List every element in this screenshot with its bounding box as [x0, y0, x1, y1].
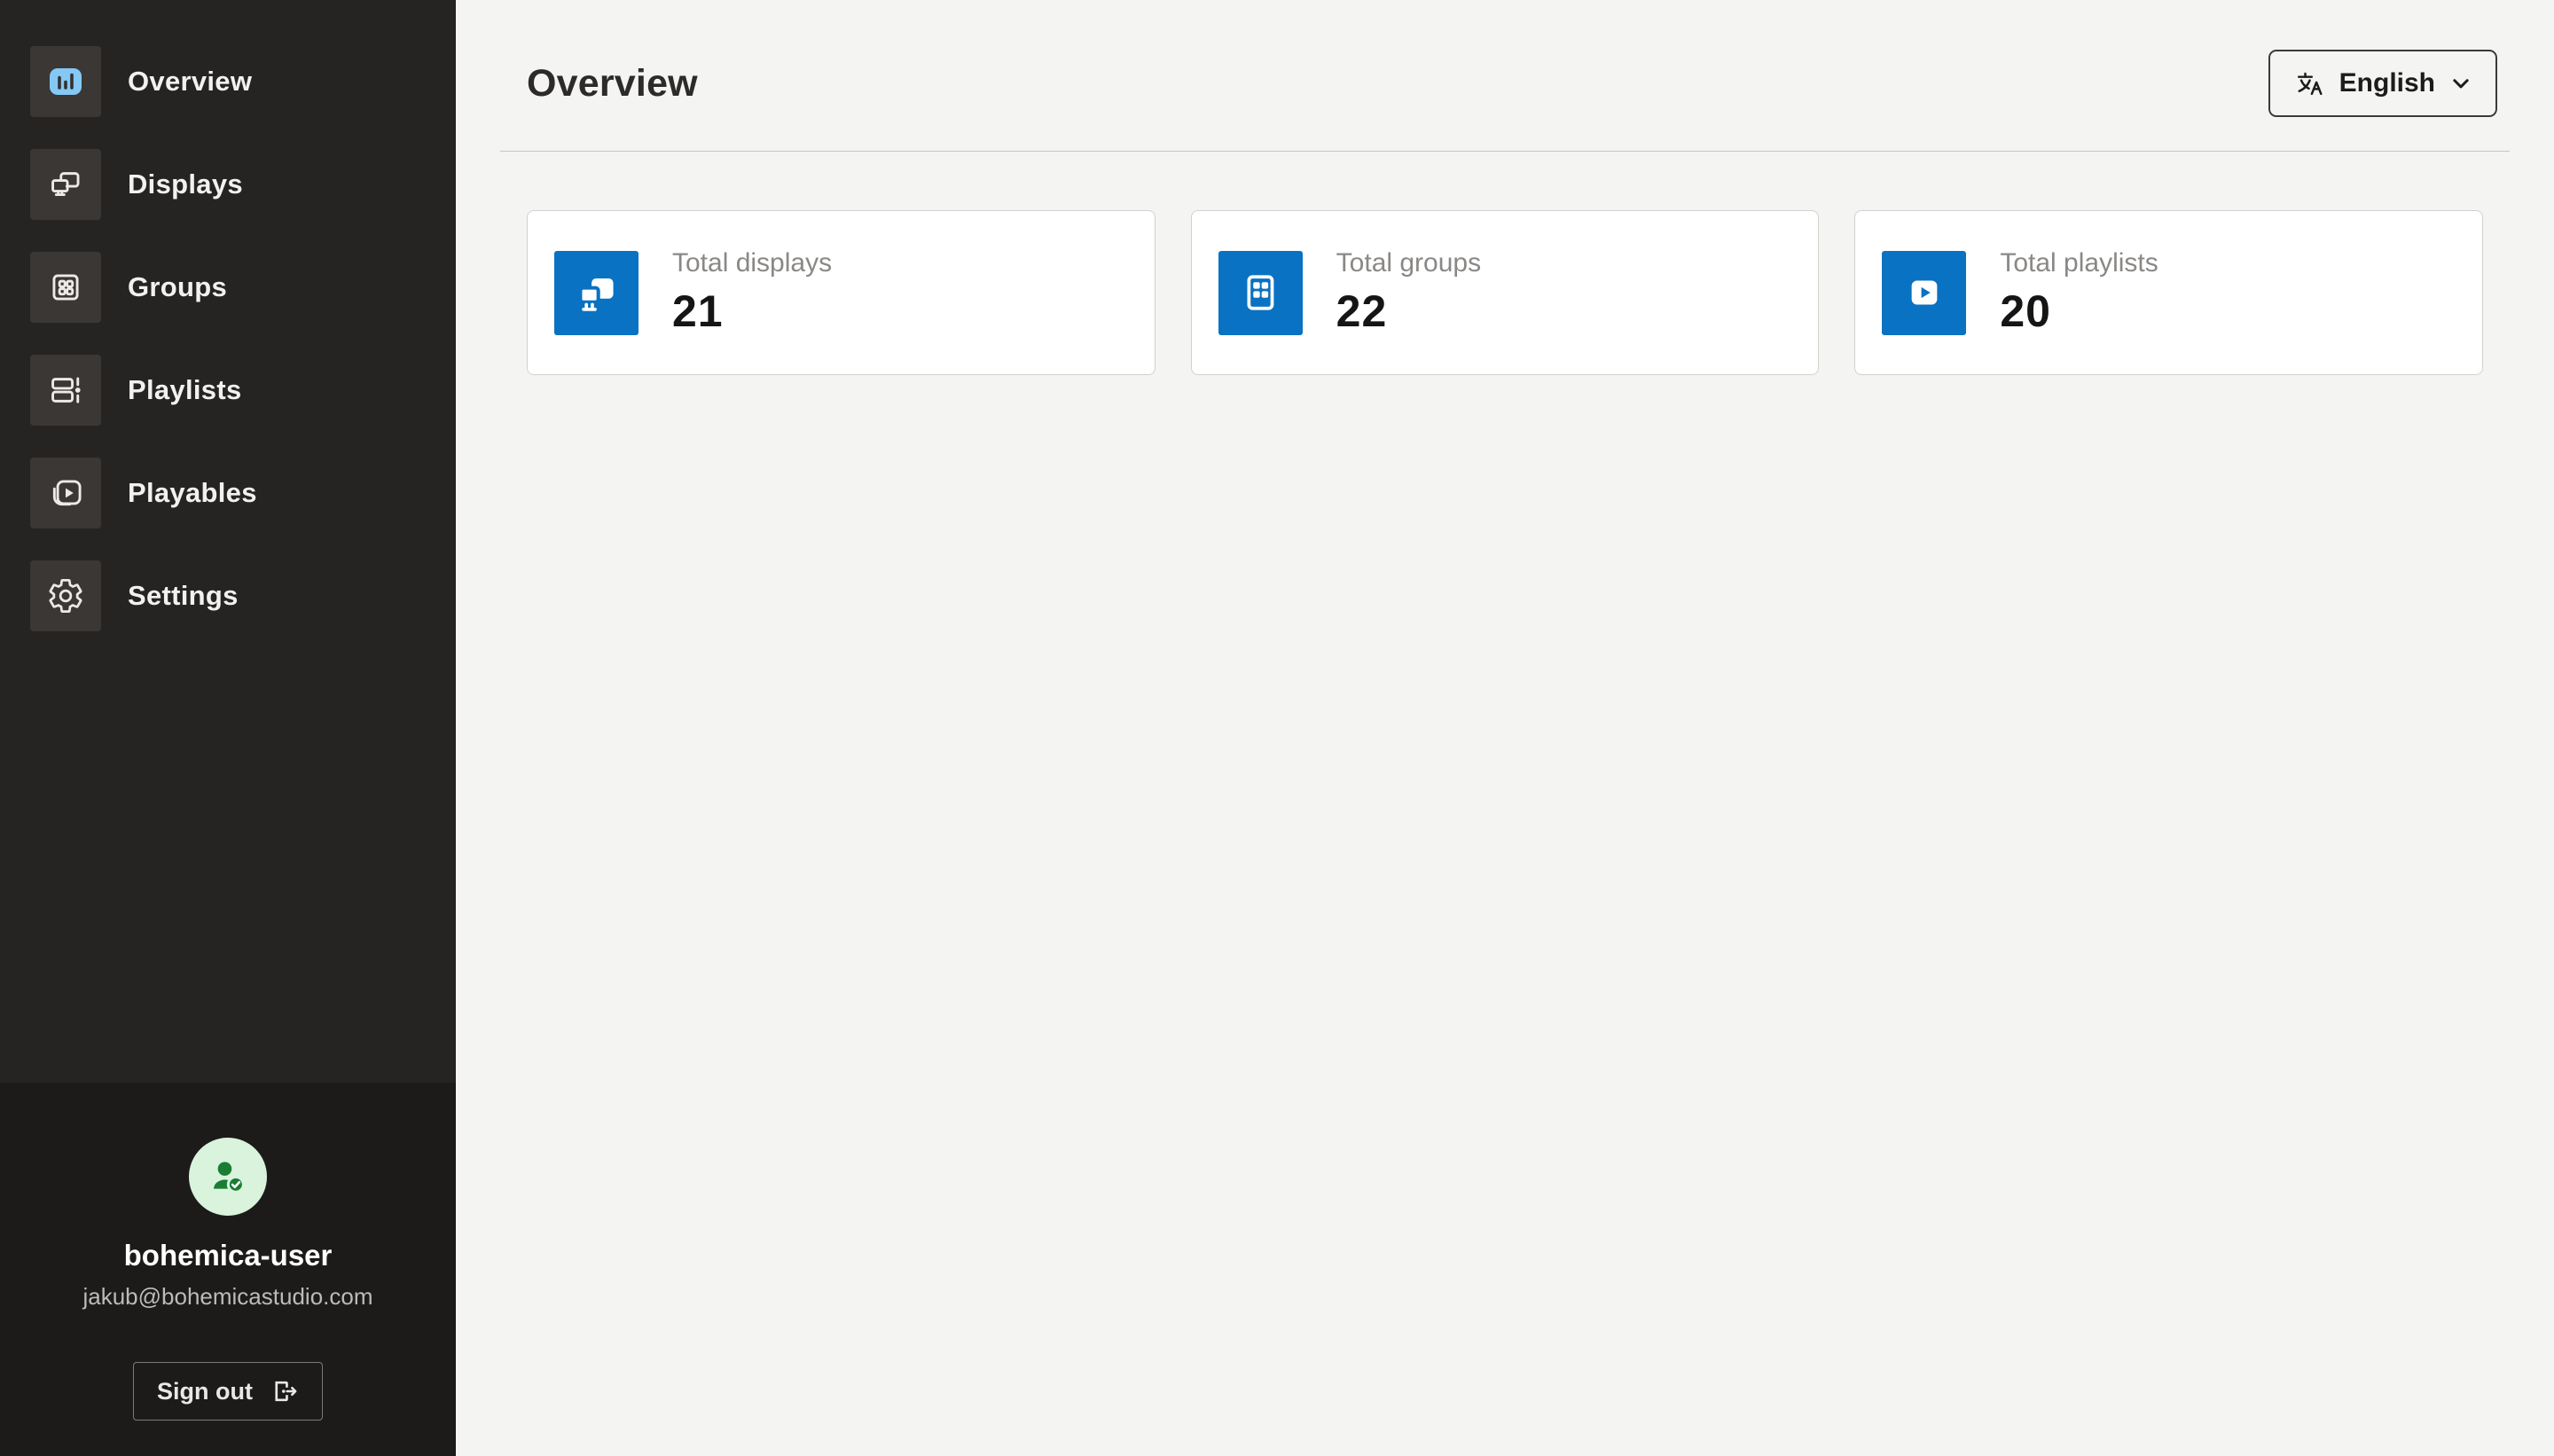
sidebar-item-playlists[interactable]: Playlists	[30, 355, 456, 426]
logout-door-icon	[269, 1376, 299, 1406]
card-value: 21	[672, 286, 832, 337]
groups-solid-icon	[1218, 251, 1303, 335]
card-label: Total groups	[1336, 248, 1481, 278]
sidebar-item-label: Displays	[128, 168, 243, 200]
sidebar-item-overview[interactable]: Overview	[30, 46, 456, 117]
avatar	[189, 1138, 267, 1216]
sign-out-button[interactable]: Sign out	[133, 1362, 323, 1421]
total-groups-card: Total groups 22	[1191, 210, 1820, 375]
user-name: bohemica-user	[124, 1239, 333, 1272]
sidebar-item-label: Overview	[128, 66, 252, 98]
card-value: 20	[2000, 286, 2158, 337]
translate-icon	[2293, 67, 2325, 99]
sign-out-label: Sign out	[157, 1378, 253, 1405]
user-email: jakub@bohemicastudio.com	[82, 1283, 372, 1311]
settings-gear-icon	[30, 560, 101, 631]
language-label: English	[2339, 68, 2435, 98]
sidebar: Overview Displays	[0, 0, 456, 1456]
sidebar-item-label: Settings	[128, 580, 239, 612]
total-playlists-card: Total playlists 20	[1854, 210, 2483, 375]
sidebar-item-settings[interactable]: Settings	[30, 560, 456, 631]
user-panel: bohemica-user jakub@bohemicastudio.com S…	[0, 1083, 456, 1456]
card-label: Total displays	[672, 248, 832, 278]
displays-icon	[30, 149, 101, 220]
page-title: Overview	[527, 62, 698, 106]
sidebar-item-label: Playlists	[128, 374, 242, 406]
sidebar-item-label: Playables	[128, 477, 257, 509]
playlist-play-solid-icon	[1882, 251, 1966, 335]
stat-cards-row: Total displays 21 Total groups 22	[527, 210, 2483, 375]
user-check-icon	[205, 1154, 251, 1200]
sidebar-item-label: Groups	[128, 271, 227, 303]
header-divider	[500, 151, 2510, 152]
sidebar-item-groups[interactable]: Groups	[30, 252, 456, 323]
page-header: Overview English	[513, 0, 2497, 117]
playables-icon	[30, 458, 101, 528]
sidebar-nav: Overview Displays	[0, 0, 456, 1083]
chevron-down-icon	[2449, 72, 2472, 95]
displays-solid-icon	[554, 251, 638, 335]
main-content: Overview English	[456, 0, 2554, 1456]
sidebar-item-playables[interactable]: Playables	[30, 458, 456, 528]
playlists-icon	[30, 355, 101, 426]
groups-icon	[30, 252, 101, 323]
language-selector[interactable]: English	[2268, 50, 2497, 117]
card-label: Total playlists	[2000, 248, 2158, 278]
total-displays-card: Total displays 21	[527, 210, 1156, 375]
overview-chart-icon	[30, 46, 101, 117]
sidebar-item-displays[interactable]: Displays	[30, 149, 456, 220]
card-value: 22	[1336, 286, 1481, 337]
